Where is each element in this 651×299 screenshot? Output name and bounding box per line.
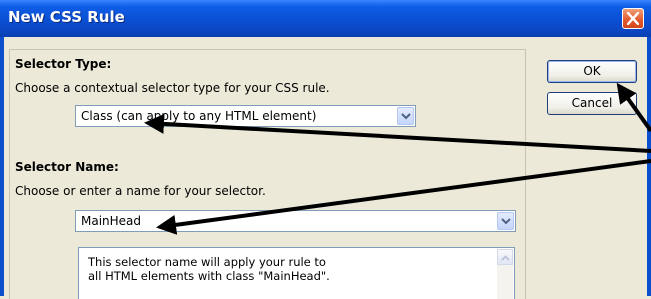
annotation-arrow [156, 159, 651, 235]
annotation-arrows [144, 82, 651, 235]
new-css-rule-dialog: New CSS Rule Selector Type: Choose a con… [0, 0, 651, 299]
annotation-arrow [616, 82, 651, 133]
annotation-arrow [144, 113, 651, 153]
